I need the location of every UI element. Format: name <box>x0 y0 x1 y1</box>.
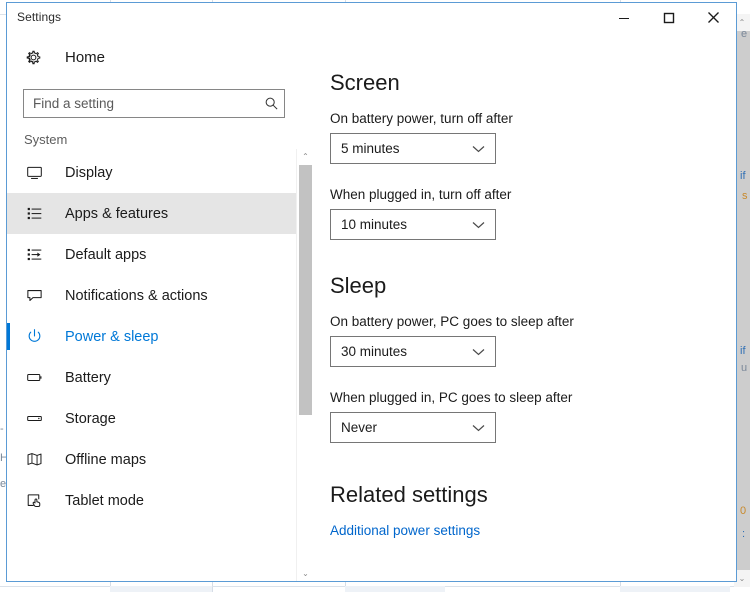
background-cell-tint <box>345 586 445 592</box>
sidebar-scroll-down-icon[interactable]: ⌄ <box>297 566 314 581</box>
screen-plugged-timeout-dropdown[interactable]: 10 minutes <box>330 209 496 241</box>
speech-bubble-icon <box>23 287 45 304</box>
dropdown-value: 10 minutes <box>341 217 408 233</box>
chevron-down-icon <box>472 145 485 153</box>
field-sleep-battery: On battery power, PC goes to sleep after… <box>330 314 736 368</box>
dropdown-value: 5 minutes <box>341 141 400 157</box>
sidebar-scrollbar-thumb[interactable] <box>299 165 312 415</box>
sidebar-header: Home System <box>7 33 314 149</box>
drive-icon <box>23 410 45 427</box>
window-body: Home System <box>7 33 736 581</box>
sidebar-item-label: Display <box>65 164 113 181</box>
section-heading-related-settings: Related settings <box>330 482 488 508</box>
sidebar-item-label: Notifications & actions <box>65 287 208 304</box>
close-button[interactable] <box>691 3 736 32</box>
sidebar-item-offline-maps[interactable]: Offline maps <box>7 439 296 480</box>
field-label: On battery power, turn off after <box>330 111 513 127</box>
sidebar-scrollbar[interactable]: ⌃ ⌄ <box>296 149 314 581</box>
search-box[interactable] <box>23 89 285 118</box>
sidebar-item-default-apps[interactable]: Default apps <box>7 234 296 275</box>
power-icon <box>23 328 45 345</box>
settings-window: Settings Home Find a setting System Disp… <box>6 2 737 582</box>
content-pane: Screen On battery power, turn off after … <box>314 33 736 581</box>
sidebar-item-home[interactable]: Home <box>7 37 314 77</box>
field-label: When plugged in, turn off after <box>330 187 512 203</box>
sidebar-item-label: Power & sleep <box>65 328 159 345</box>
search-input[interactable] <box>24 90 258 117</box>
sidebar-item-label: Tablet mode <box>65 492 144 509</box>
sidebar-item-apps-features[interactable]: Apps & features <box>7 193 296 234</box>
field-label: When plugged in, PC goes to sleep after <box>330 390 573 406</box>
section-heading-screen: Screen <box>330 70 400 95</box>
minimize-icon <box>618 17 629 19</box>
sidebar-item-label: Battery <box>65 369 111 386</box>
background-cell-tint <box>110 586 212 592</box>
sidebar-item-label: Offline maps <box>65 451 147 468</box>
caption-button-group <box>601 3 736 32</box>
tablet-hand-icon <box>23 492 45 509</box>
sidebar-home-label: Home <box>65 48 106 66</box>
dropdown-value: 30 minutes <box>341 344 408 360</box>
content-inner: Screen On battery power, turn off after … <box>314 33 736 540</box>
field-screen-plugged: When plugged in, turn off after 10 minut… <box>330 187 736 241</box>
gear-icon <box>23 47 43 67</box>
background-text-fragment: u <box>741 362 748 374</box>
maximize-button[interactable] <box>646 3 691 32</box>
background-text-fragment: - <box>0 423 4 435</box>
background-text-fragment: s <box>742 190 748 202</box>
additional-power-settings-link[interactable]: Additional power settings <box>330 523 480 538</box>
background-text-fragment: : <box>742 528 746 540</box>
sleep-plugged-timeout-dropdown[interactable]: Never <box>330 412 496 444</box>
sidebar-item-label: Default apps <box>65 246 147 263</box>
field-sleep-plugged: When plugged in, PC goes to sleep after … <box>330 390 736 444</box>
sidebar-scroll-area: Display Apps & features Default apps Not… <box>7 149 314 581</box>
selection-indicator <box>7 323 10 350</box>
list-bullets-icon <box>23 205 45 222</box>
sidebar-item-display[interactable]: Display <box>7 152 296 193</box>
sidebar-item-label: Apps & features <box>65 205 169 222</box>
dropdown-value: Never <box>341 420 378 436</box>
sidebar-item-battery[interactable]: Battery <box>7 357 296 398</box>
sidebar-item-label: Storage <box>65 410 116 427</box>
sidebar-item-storage[interactable]: Storage <box>7 398 296 439</box>
background-text-fragment: if <box>740 170 746 182</box>
battery-icon <box>23 369 45 386</box>
screenshot-root: ⌃ ⌄ if s if u 0: e He - Settings Home Fi… <box>0 0 750 592</box>
close-icon <box>708 12 719 23</box>
sidebar-item-power-sleep[interactable]: Power & sleep <box>7 316 296 357</box>
sidebar-item-notifications-actions[interactable]: Notifications & actions <box>7 275 296 316</box>
title-bar[interactable]: Settings <box>7 3 736 33</box>
list-arrow-icon <box>23 246 45 263</box>
sleep-battery-timeout-dropdown[interactable]: 30 minutes <box>330 336 496 368</box>
chevron-down-icon <box>472 348 485 356</box>
sidebar-group-title: System <box>24 132 68 147</box>
sidebar-item-list: Display Apps & features Default apps Not… <box>7 149 296 581</box>
window-title: Settings <box>17 10 62 24</box>
background-text-fragment: e <box>741 28 748 40</box>
search-icon[interactable] <box>258 90 284 117</box>
background-text-fragment: 0 <box>740 505 747 517</box>
section-heading-sleep: Sleep <box>330 273 387 299</box>
chevron-down-icon <box>472 221 485 229</box>
field-screen-battery: On battery power, turn off after 5 minut… <box>330 111 736 165</box>
maximize-icon <box>663 12 674 23</box>
screen-battery-timeout-dropdown[interactable]: 5 minutes <box>330 133 496 165</box>
sidebar-scroll-up-icon[interactable]: ⌃ <box>297 149 314 164</box>
monitor-icon <box>23 164 45 181</box>
field-label: On battery power, PC goes to sleep after <box>330 314 574 330</box>
minimize-button[interactable] <box>601 3 646 32</box>
sidebar-item-tablet-mode[interactable]: Tablet mode <box>7 480 296 521</box>
background-cell-tint <box>620 586 730 592</box>
sidebar: Home System <box>7 33 314 581</box>
map-icon <box>23 451 45 468</box>
chevron-down-icon <box>472 424 485 432</box>
background-text-fragment: if <box>740 345 746 357</box>
